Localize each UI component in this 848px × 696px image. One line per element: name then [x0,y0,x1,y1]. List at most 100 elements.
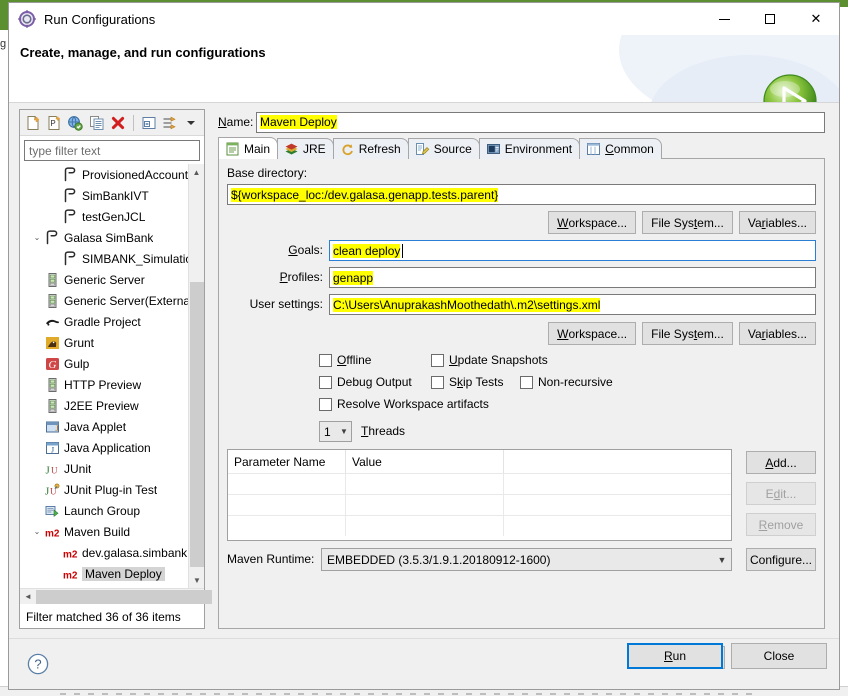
maven-runtime-select[interactable]: EMBEDDED (3.5.3/1.9.1.20180912-1600) ▼ [321,548,732,571]
debug-output-checkbox[interactable]: Debug Output [319,375,412,389]
tree-item-junit-plug-in-test[interactable]: J U JUnit Plug-in Test [20,479,188,500]
duplicate-icon[interactable] [87,112,106,134]
tree-item-generic-server-external-l[interactable]: Generic Server(External l [20,290,188,311]
offline-checkbox[interactable]: Offline [319,353,371,367]
chevron-down-icon[interactable]: ▼ [713,555,731,565]
tree-item-generic-server[interactable]: Generic Server [20,269,188,290]
user-settings-file-system-button[interactable]: File Sys t em... [642,322,733,345]
table-row[interactable] [228,494,731,515]
new-configuration-icon[interactable] [23,112,42,134]
user-settings-input[interactable]: C:\Users\AnuprakashMoothedath\.m2\settin… [329,294,816,315]
scroll-left-arrow-icon[interactable]: ◄ [20,592,36,601]
minimize-button[interactable] [701,3,747,35]
tree-horizontal-scrollbar[interactable]: ◄ ► [20,588,212,605]
hscroll-thumb[interactable] [36,589,212,604]
tree-item-java-application[interactable]: J Java Application [20,437,188,458]
launch-group-icon [44,503,61,519]
tree-item-gradle-project[interactable]: Gradle Project [20,311,188,332]
base-directory-label: Base directory: [227,166,308,180]
svg-text:G: G [49,359,57,371]
background-left-text: g [0,38,7,50]
tree-item-http-preview[interactable]: HTTP Preview [20,374,188,395]
grunt-icon [44,335,61,351]
scroll-up-arrow-icon[interactable]: ▲ [189,164,204,180]
filter-status: Filter matched 36 of 36 items [20,604,204,628]
dialog-body: P type filter text ProvisionedAccount(S… [9,103,839,689]
help-question-icon[interactable]: ? [27,653,49,675]
tab-environment[interactable]: Environment [478,138,581,159]
tree-item-j2ee-preview[interactable]: J2EE Preview [20,395,188,416]
non-recursive-checkbox-box[interactable] [520,375,533,389]
filter-icon[interactable] [160,112,179,134]
new-prototype-icon[interactable]: P [44,112,63,134]
skip-tests-checkbox-box[interactable] [431,375,444,389]
collapse-all-icon[interactable] [139,112,158,134]
parameters-table[interactable]: Parameter Name Value [227,449,732,541]
tab-label: Refresh [358,142,401,156]
resolve-workspace-artifacts-checkbox[interactable]: Resolve Workspace artifacts [319,397,489,411]
tree-item-junit[interactable]: J U JUnit [20,458,188,479]
base-dir-workspace-button[interactable]: Workspace... [548,211,637,234]
base-dir-file-system-button[interactable]: File Sys t em... [642,211,733,234]
tree-item-dev-galasa-simbank-r[interactable]: m2 dev.galasa.simbank.r [20,542,188,563]
configure-maven-runtime-button[interactable]: Configure... [746,548,816,571]
svg-text:P: P [50,119,55,128]
filter-input[interactable]: type filter text [24,140,200,161]
hscroll-track[interactable] [36,589,212,605]
user-settings-variables-button[interactable]: Va r iables... [738,322,816,345]
user-settings-workspace-button[interactable]: Workspace... [548,322,637,345]
base-directory-input[interactable]: ${workspace_loc:/dev.galasa.genapp.tests… [227,184,816,205]
tab-common[interactable]: Common [579,138,662,159]
tab-source[interactable]: Source [407,138,480,159]
configurations-tree[interactable]: ProvisionedAccount(SimBankIVT testGenJCL ⌄… [20,164,188,588]
chevron-down-icon[interactable]: ⌄ [30,233,44,242]
base-dir-variables-button[interactable]: Va r iables... [738,211,816,234]
scroll-down-arrow-icon[interactable]: ▼ [189,572,204,588]
export-icon[interactable] [66,112,85,134]
tree-item-java-applet[interactable]: J Java Applet [20,416,188,437]
tree-item-maven-build[interactable]: ⌄ m2 Maven Build [20,521,188,542]
tree-item-provisionedaccount[interactable]: ProvisionedAccount( [20,164,188,185]
tree-vertical-scrollbar[interactable]: ▲ ▼ [188,164,204,588]
tree-item-simbank-simulation[interactable]: SIMBANK_Simulation [20,248,188,269]
tree-item-label: HTTP Preview [64,377,142,392]
table-row[interactable] [228,473,731,494]
run-play-icon [762,73,818,102]
tab-refresh[interactable]: Refresh [332,138,409,159]
run-button[interactable]: Run [627,643,723,669]
view-menu-icon[interactable] [182,112,201,134]
edit-parameter-button[interactable]: Ed it... [746,482,816,505]
tree-item-launch-group[interactable]: Launch Group [20,500,188,521]
close-window-button[interactable]: ✕ [793,3,839,35]
tree-item-galasa-simbank[interactable]: ⌄ Galasa SimBank [20,227,188,248]
maximize-button[interactable] [747,3,793,35]
remove-parameter-button[interactable]: Remove [746,513,816,536]
name-input[interactable]: Maven Deploy [256,111,825,133]
chevron-down-icon[interactable]: ▼ [337,427,351,436]
skip-tests-checkbox[interactable]: Skip Tests [431,375,503,389]
update-snapshots-checkbox[interactable]: Update Snapshots [431,353,548,367]
tree-item-label: JUnit [64,461,92,476]
offline-checkbox-box[interactable] [319,353,332,367]
junit-plugin-icon: JU [44,482,61,498]
tree-scroll-thumb[interactable] [190,282,204,567]
tree-item-gulp[interactable]: G Gulp [20,353,188,374]
close-button[interactable]: Close [731,643,827,669]
tab-main[interactable]: Main [218,137,279,159]
resolve-workspace-artifacts-checkbox-box[interactable] [319,397,332,411]
profiles-input[interactable]: genapp [329,267,816,288]
chevron-down-icon[interactable]: ⌄ [30,527,44,536]
tree-item-grunt[interactable]: Grunt [20,332,188,353]
table-row[interactable] [228,515,731,536]
update-snapshots-checkbox-box[interactable] [431,353,444,367]
tree-item-simbankivt[interactable]: SimBankIVT [20,185,188,206]
non-recursive-checkbox[interactable]: Non-recursive [520,375,613,389]
threads-stepper[interactable]: 1 ▼ [319,421,352,442]
goals-input[interactable]: clean deploy [329,240,816,261]
tab-jre[interactable]: JRE [277,138,334,159]
add-parameter-button[interactable]: Add... [746,451,816,474]
tree-item-maven-deploy[interactable]: m2 Maven Deploy [20,563,188,584]
delete-icon[interactable] [109,112,128,134]
tree-item-testgenjcl[interactable]: testGenJCL [20,206,188,227]
debug-output-checkbox-box[interactable] [319,375,332,389]
